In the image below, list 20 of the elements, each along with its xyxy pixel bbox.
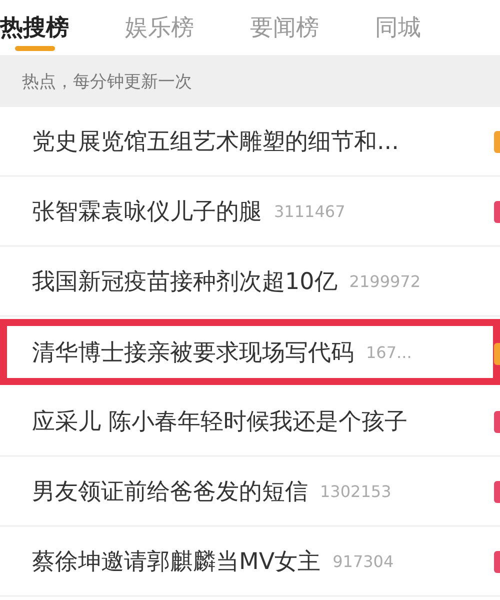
item-title: 男友领证前给爸爸发的短信 (32, 478, 308, 506)
item-title: 清华博士接亲被要求现场写代码 (32, 338, 354, 368)
list-item[interactable]: 党史展览馆五组艺术雕塑的细节和... (0, 107, 500, 177)
hot-count: 2199972 (349, 272, 421, 290)
hot-count: 3111467 (274, 202, 346, 220)
notice-text: 热点，每分钟更新一次 (22, 70, 192, 92)
list-item[interactable]: 清华博士接亲被要求现场写代码 167... (0, 319, 500, 385)
item-title: 我国新冠疫苗接种剂次超10亿 (32, 268, 338, 296)
item-title: 党史展览馆五组艺术雕塑的细节和... (32, 128, 399, 156)
list-item[interactable]: 应采儿 陈小春年轻时候我还是个孩子 (0, 387, 500, 457)
list-item[interactable]: 张智霖袁咏仪儿子的腿 3111467 (0, 177, 500, 247)
list-item[interactable]: 我国新冠疫苗接种剂次超10亿 2199972 (0, 247, 500, 317)
hot-count: 167... (366, 342, 412, 362)
list-item[interactable]: 男友领证前给爸爸发的短信 1302153 (0, 457, 500, 527)
hot-count: 917304 (332, 552, 394, 570)
item-title: 蔡徐坤邀请郭麒麟当MV女主 (32, 548, 321, 576)
list-item[interactable]: 蔡徐坤邀请郭麒麟当MV女主 917304 (0, 527, 500, 597)
item-title: 应采儿 陈小春年轻时候我还是个孩子 (32, 408, 408, 436)
item-title: 张智霖袁咏仪儿子的腿 (32, 198, 262, 226)
hot-count: 1302153 (320, 482, 392, 500)
